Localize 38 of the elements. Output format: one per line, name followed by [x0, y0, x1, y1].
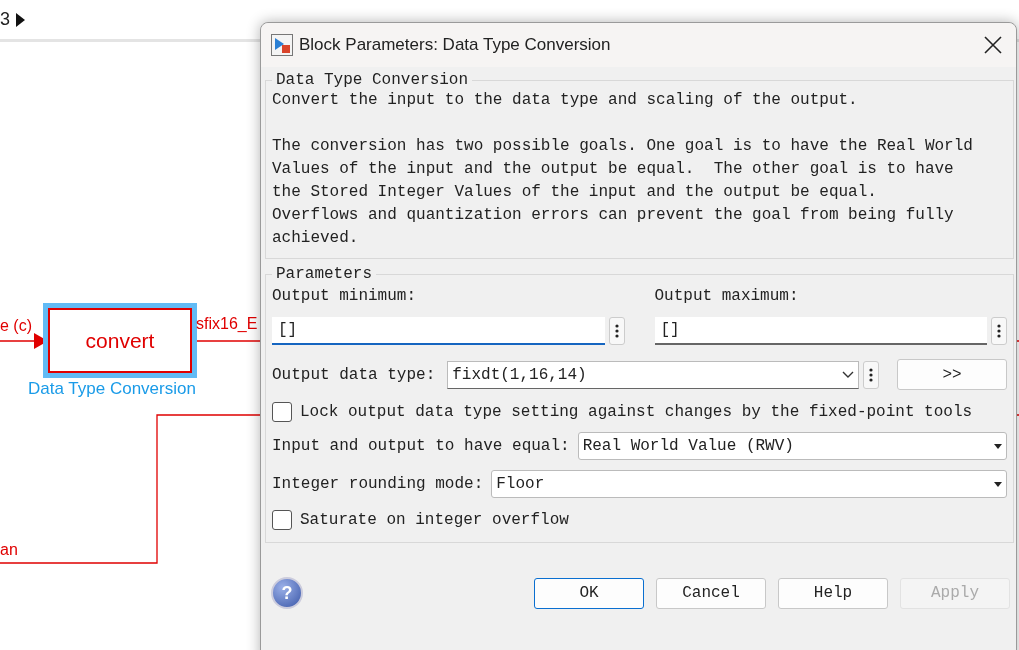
description-text: Convert the input to the data type and scaling of the output. — [272, 90, 859, 111]
field-label: Integer rounding mode: — [272, 475, 484, 493]
field-label: Output minimum: — [272, 287, 418, 305]
panel-heading: Data Type Conversion — [275, 71, 470, 89]
field-label: Output maximum: — [654, 287, 800, 305]
options-button[interactable] — [608, 317, 625, 345]
field-label: Output data type: — [272, 365, 436, 384]
data-type-combobox[interactable]: fixdt(1,16,14) — [447, 360, 859, 389]
options-button[interactable] — [863, 360, 879, 389]
dialog-button[interactable]: Help — [778, 577, 888, 609]
window-title: Block Parameters: Data Type Conversion — [299, 35, 612, 55]
breadcrumb-text[interactable]: 3 — [0, 9, 10, 30]
assistant-button[interactable]: >> — [897, 359, 1007, 390]
signal-label: an — [0, 541, 18, 559]
caret-icon — [994, 481, 1002, 487]
more-icon — [869, 366, 873, 383]
chevron-down-icon — [842, 371, 854, 378]
dropdown[interactable]: Floor — [491, 470, 1007, 498]
caret-icon — [994, 443, 1002, 449]
dialog-button[interactable]: Cancel — [656, 577, 766, 609]
checkbox[interactable] — [272, 402, 292, 422]
checkbox-label: Lock output data type setting against changes by the fixed-point tools — [300, 403, 973, 421]
panel-heading: Parameters — [275, 265, 373, 283]
input-field[interactable]: [] — [272, 317, 605, 345]
checkbox[interactable] — [272, 510, 292, 530]
triangle-right-icon — [16, 12, 25, 27]
description-text: The conversion has two possible goals. One goal is to have the Real World Values of the input and the output be equal. The other goal is to have the Stored Integer Values of the input and the output be equal. Overflows and quantization errors can prevent the goal from being fully achieved. — [272, 136, 974, 249]
block-icon — [271, 34, 293, 56]
dialog-button[interactable]: OK — [534, 577, 644, 609]
input-field[interactable]: [] — [654, 317, 987, 345]
more-icon — [997, 323, 1001, 339]
options-button[interactable] — [991, 317, 1007, 345]
more-icon — [614, 323, 619, 339]
checkbox-label: Saturate on integer overflow — [300, 511, 569, 529]
dropdown[interactable]: Real World Value (RWV) — [577, 432, 1007, 460]
field-label: Input and output to have equal: — [272, 437, 570, 455]
block-name: Data Type Conversion — [28, 379, 196, 399]
signal-label: e (c) — [0, 317, 32, 335]
